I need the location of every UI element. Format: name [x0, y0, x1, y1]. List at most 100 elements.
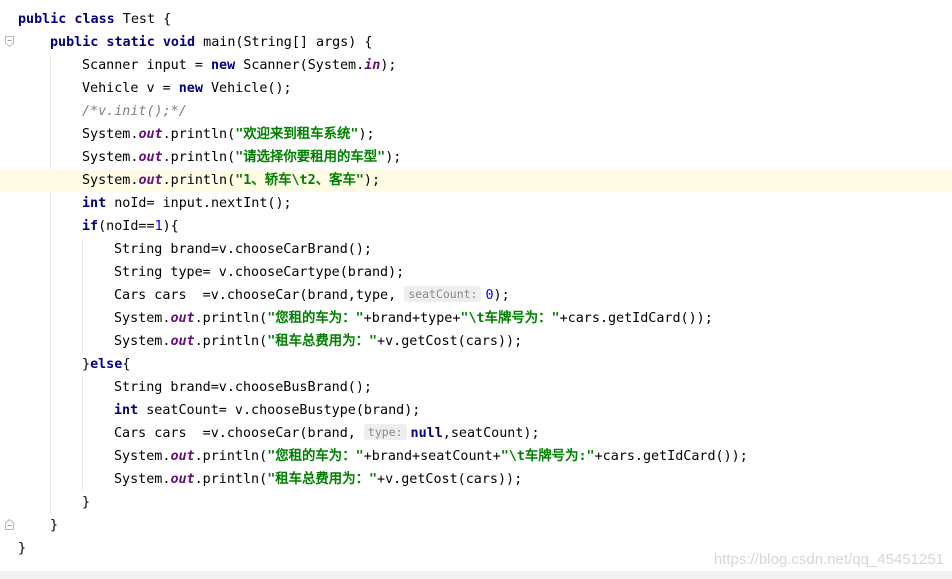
- watermark: https://blog.csdn.net/qq_45451251: [713, 551, 944, 568]
- code-token: .println(: [194, 311, 268, 326]
- code-line[interactable]: public static void main(String[] args) {: [0, 31, 952, 54]
- code-token: .println(: [194, 449, 268, 464]
- code-token: +brand+type+: [363, 311, 461, 326]
- code-token: out: [170, 311, 195, 326]
- code-line-text: /*v.init();*/: [82, 100, 187, 123]
- code-token: out: [138, 127, 163, 142]
- code-line-text: System.out.println("租车总费用为："+v.getCost(c…: [114, 468, 522, 491]
- code-token: System.: [114, 334, 171, 349]
- code-line-text: }: [82, 491, 90, 514]
- code-token: null: [410, 426, 443, 441]
- code-line[interactable]: Vehicle v = new Vehicle();: [0, 77, 952, 100]
- code-line-text: }: [50, 514, 58, 537]
- code-token: Vehicle();: [202, 81, 292, 96]
- code-token: }: [18, 541, 27, 556]
- code-line-text: public static void main(String[] args) {: [50, 31, 373, 54]
- code-token: +cars.getIdCard());: [594, 449, 748, 464]
- code-token: int: [82, 196, 107, 211]
- code-token: );: [385, 150, 402, 165]
- code-line-text: System.out.println("请选择你要租用的车型");: [82, 146, 401, 169]
- code-line-text: }else{: [82, 353, 130, 376]
- parameter-hint: seatCount:: [404, 286, 482, 302]
- code-line[interactable]: }: [0, 491, 952, 514]
- code-line-text: String type= v.chooseCartype(brand);: [114, 261, 404, 284]
- code-token: Scanner input =: [82, 58, 211, 73]
- code-line[interactable]: if(noId==1){: [0, 215, 952, 238]
- code-token: out: [170, 334, 195, 349]
- code-line-text: String brand=v.chooseBusBrand();: [114, 376, 372, 399]
- code-line-text: if(noId==1){: [82, 215, 179, 238]
- code-line[interactable]: String brand=v.chooseBusBrand();: [0, 376, 952, 399]
- code-line-text: }: [18, 537, 26, 560]
- code-token: "欢迎来到租车系统": [235, 127, 359, 142]
- code-token: in: [364, 58, 381, 73]
- code-token: );: [493, 288, 510, 303]
- fold-icon[interactable]: [5, 519, 14, 530]
- code-token: out: [170, 472, 195, 487]
- code-token: "\t车牌号为:": [500, 449, 595, 464]
- code-token: );: [363, 173, 381, 188]
- code-token: System.: [114, 472, 171, 487]
- code-line[interactable]: public class Test {: [0, 8, 952, 31]
- code-line-text: int seatCount= v.chooseBustype(brand);: [114, 399, 420, 422]
- code-line[interactable]: System.out.println("1、轿车\t2、客车");: [0, 169, 952, 192]
- code-token: Test {: [114, 12, 172, 27]
- code-line[interactable]: System.out.println("租车总费用为："+v.getCost(c…: [0, 330, 952, 353]
- code-line[interactable]: /*v.init();*/: [0, 100, 952, 123]
- code-line[interactable]: }: [0, 514, 952, 537]
- code-token: System.: [82, 127, 139, 142]
- code-token: .println(: [194, 472, 268, 487]
- code-line[interactable]: System.out.println("欢迎来到租车系统");: [0, 123, 952, 146]
- code-token: new: [178, 81, 203, 96]
- code-token: {: [122, 357, 131, 372]
- code-token: Scanner(System.: [235, 58, 365, 73]
- code-line[interactable]: String brand=v.chooseCarBrand();: [0, 238, 952, 261]
- code-token: 1: [154, 219, 163, 234]
- fold-icon[interactable]: [5, 36, 14, 47]
- code-token: .println(: [162, 173, 236, 188]
- code-line[interactable]: }else{: [0, 353, 952, 376]
- code-line[interactable]: Cars cars =v.chooseCar(brand, type: null,…: [0, 422, 952, 445]
- code-token: }: [50, 518, 59, 533]
- code-line-text: String brand=v.chooseCarBrand();: [114, 238, 372, 261]
- code-line-text: int noId= input.nextInt();: [82, 192, 292, 215]
- code-line[interactable]: Scanner input = new Scanner(System.in);: [0, 54, 952, 77]
- code-token: }: [82, 357, 91, 372]
- code-token: public static void: [50, 35, 196, 50]
- code-token: public class: [18, 12, 115, 27]
- code-token: .println(: [194, 334, 268, 349]
- code-token: /*v.init();*/: [82, 104, 187, 119]
- code-token: new: [211, 58, 236, 73]
- code-token: "租车总费用为：": [267, 472, 378, 487]
- code-token: Vehicle v =: [82, 81, 179, 96]
- code-token: main(String[] args) {: [195, 35, 373, 50]
- code-line[interactable]: System.out.println("您租的车为："+brand+type+"…: [0, 307, 952, 330]
- code-token: int: [114, 403, 139, 418]
- code-line-text: Scanner input = new Scanner(System.in);: [82, 54, 396, 77]
- code-token: if: [82, 219, 99, 234]
- code-line[interactable]: Cars cars =v.chooseCar(brand,type, seatC…: [0, 284, 952, 307]
- code-line-text: public class Test {: [18, 8, 171, 31]
- code-line[interactable]: int noId= input.nextInt();: [0, 192, 952, 215]
- code-token: "您租的车为：": [267, 449, 364, 464]
- code-line-text: System.out.println("1、轿车\t2、客车");: [82, 169, 380, 192]
- code-token: System.: [82, 173, 139, 188]
- code-line[interactable]: System.out.println("租车总费用为："+v.getCost(c…: [0, 468, 952, 491]
- code-token: "租车总费用为：": [267, 334, 378, 349]
- code-token: String type= v.chooseCartype(brand);: [114, 265, 405, 280]
- code-line[interactable]: String type= v.chooseCartype(brand);: [0, 261, 952, 284]
- code-line-text: System.out.println("欢迎来到租车系统");: [82, 123, 375, 146]
- code-token: seatCount= v.chooseBustype(brand);: [138, 403, 421, 418]
- code-token: 0: [485, 288, 494, 303]
- code-token: System.: [114, 449, 171, 464]
- code-line[interactable]: int seatCount= v.chooseBustype(brand);: [0, 399, 952, 422]
- code-token: );: [358, 127, 375, 142]
- code-token: +v.getCost(cars));: [377, 334, 523, 349]
- code-editor[interactable]: public class Test {public static void ma…: [0, 0, 952, 570]
- code-line[interactable]: System.out.println("请选择你要租用的车型");: [0, 146, 952, 169]
- code-line[interactable]: System.out.println("您租的车为："+brand+seatCo…: [0, 445, 952, 468]
- editor-bottom-strip: [0, 571, 952, 579]
- code-line-text: Vehicle v = new Vehicle();: [82, 77, 292, 100]
- code-line-text: System.out.println("租车总费用为："+v.getCost(c…: [114, 330, 522, 353]
- code-token: String brand=v.chooseCarBrand();: [114, 242, 372, 257]
